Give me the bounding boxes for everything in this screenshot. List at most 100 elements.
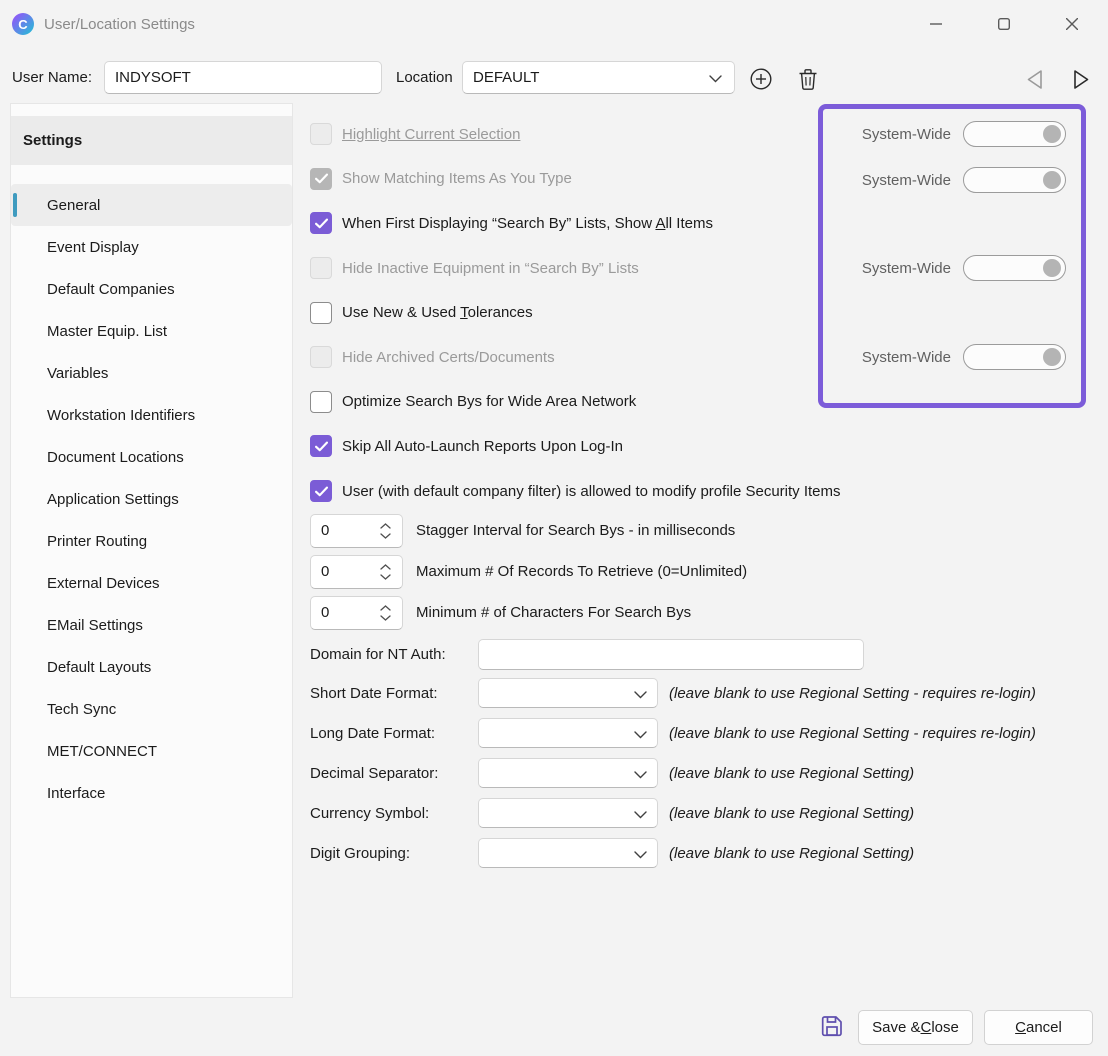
minimize-button[interactable] <box>902 0 970 48</box>
format-combobox[interactable] <box>478 718 658 748</box>
sidebar-item-label: Default Layouts <box>11 659 151 676</box>
add-location-button[interactable] <box>749 67 773 91</box>
spin-up-icon[interactable] <box>380 605 391 611</box>
number-spinner[interactable]: 0 <box>310 596 403 630</box>
sidebar-item-application-settings[interactable]: Application Settings <box>11 478 292 520</box>
format-hint: (leave blank to use Regional Setting - r… <box>669 685 1036 702</box>
save-close-button[interactable]: Save & Close <box>858 1010 973 1045</box>
checkbox[interactable] <box>310 212 332 234</box>
location-combobox[interactable]: DEFAULT <box>462 61 735 94</box>
checkbox[interactable] <box>310 346 332 368</box>
format-row: Decimal Separator: (leave blank to use R… <box>310 753 1036 793</box>
number-spinner[interactable]: 0 <box>310 514 403 548</box>
sidebar-item-default-layouts[interactable]: Default Layouts <box>11 646 292 688</box>
checkbox-row[interactable]: User (with default company filter) is al… <box>310 469 950 514</box>
number-spinner[interactable]: 0 <box>310 555 403 589</box>
previous-record-button[interactable] <box>1022 67 1046 91</box>
sidebar-item-default-companies[interactable]: Default Companies <box>11 268 292 310</box>
domain-row: Domain for NT Auth: <box>310 638 864 671</box>
checkbox[interactable] <box>310 435 332 457</box>
toggle-knob <box>1043 171 1061 189</box>
domain-input[interactable] <box>478 639 864 670</box>
next-record-button[interactable] <box>1070 67 1094 91</box>
sidebar-item-list: General Event Display Default Companies … <box>11 184 292 814</box>
checkbox[interactable] <box>310 257 332 279</box>
sidebar-item-event-display[interactable]: Event Display <box>11 226 292 268</box>
domain-label: Domain for NT Auth: <box>310 646 478 663</box>
settings-sidebar: Settings General Event Display Default C… <box>10 103 293 998</box>
sidebar-item-email-settings[interactable]: EMail Settings <box>11 604 292 646</box>
checkbox-label: Skip All Auto-Launch Reports Upon Log-In <box>342 438 623 455</box>
chevron-down-icon <box>634 851 647 859</box>
cancel-button[interactable]: Cancel <box>984 1010 1093 1045</box>
sidebar-item-variables[interactable]: Variables <box>11 352 292 394</box>
system-wide-toggle[interactable] <box>963 344 1066 370</box>
sidebar-item-label: Application Settings <box>11 491 179 508</box>
close-button[interactable] <box>1038 0 1106 48</box>
system-wide-toggle[interactable] <box>963 255 1066 281</box>
save-button-icon[interactable] <box>819 1013 845 1039</box>
checkbox-label: Optimize Search Bys for Wide Area Networ… <box>342 393 636 410</box>
spinner-arrows <box>374 605 402 621</box>
spin-down-icon[interactable] <box>380 533 391 539</box>
spinner-row: 0 Minimum # of Characters For Search Bys <box>310 592 747 633</box>
format-combobox[interactable] <box>478 838 658 868</box>
maximize-button[interactable] <box>970 0 1038 48</box>
sidebar-item-label: Event Display <box>11 239 139 256</box>
sidebar-item-general[interactable]: General <box>11 184 292 226</box>
next-icon <box>1073 69 1091 90</box>
sidebar-item-printer-routing[interactable]: Printer Routing <box>11 520 292 562</box>
checkbox[interactable] <box>310 302 332 324</box>
spin-up-icon[interactable] <box>380 523 391 529</box>
location-label: Location <box>396 48 453 106</box>
sidebar-item-tech-sync[interactable]: Tech Sync <box>11 688 292 730</box>
format-hint: (leave blank to use Regional Setting) <box>669 845 914 862</box>
system-wide-highlight-annotation: System-Wide System-Wide System-Wide Syst… <box>818 104 1086 408</box>
checkbox-label: When First Displaying “Search By” Lists,… <box>342 215 713 232</box>
sidebar-item-label: Printer Routing <box>11 533 147 550</box>
format-combobox[interactable] <box>478 678 658 708</box>
user-name-input[interactable] <box>104 61 382 94</box>
checkbox-label: Hide Inactive Equipment in “Search By” L… <box>342 260 639 277</box>
app-icon: C <box>12 13 34 35</box>
checkbox[interactable] <box>310 391 332 413</box>
checkbox[interactable] <box>310 123 332 145</box>
user-name-label: User Name: <box>12 48 92 106</box>
format-combobox[interactable] <box>478 798 658 828</box>
maximize-icon <box>998 18 1010 30</box>
spin-down-icon[interactable] <box>380 615 391 621</box>
spinner-arrows <box>374 564 402 580</box>
spinner-row: 0 Maximum # Of Records To Retrieve (0=Un… <box>310 551 747 592</box>
spin-down-icon[interactable] <box>380 574 391 580</box>
titlebar: C User/Location Settings <box>0 0 1108 48</box>
checkbox-label: Show Matching Items As You Type <box>342 170 572 187</box>
sidebar-item-label: Workstation Identifiers <box>11 407 195 424</box>
format-hint: (leave blank to use Regional Setting) <box>669 765 914 782</box>
system-wide-row: System-Wide <box>862 253 1066 283</box>
system-wide-toggle[interactable] <box>963 121 1066 147</box>
sidebar-item-master-equip-list[interactable]: Master Equip. List <box>11 310 292 352</box>
system-wide-row: System-Wide <box>862 342 1066 372</box>
sidebar-item-external-devices[interactable]: External Devices <box>11 562 292 604</box>
sidebar-item-label: EMail Settings <box>11 617 143 634</box>
window-controls <box>902 0 1106 48</box>
toolbar: User Name: Location DEFAULT <box>0 48 1108 106</box>
format-combobox[interactable] <box>478 758 658 788</box>
sidebar-item-workstation-identifiers[interactable]: Workstation Identifiers <box>11 394 292 436</box>
spinner-value: 0 <box>311 522 374 539</box>
checkbox[interactable] <box>310 168 332 190</box>
spinner-arrows <box>374 523 402 539</box>
checkbox[interactable] <box>310 480 332 502</box>
format-label: Long Date Format: <box>310 725 478 742</box>
system-wide-toggle[interactable] <box>963 167 1066 193</box>
sidebar-item-document-locations[interactable]: Document Locations <box>11 436 292 478</box>
spin-up-icon[interactable] <box>380 564 391 570</box>
format-label: Digit Grouping: <box>310 845 478 862</box>
sidebar-item-met-connect[interactable]: MET/CONNECT <box>11 730 292 772</box>
check-icon <box>315 486 328 497</box>
spinner-value: 0 <box>311 604 374 621</box>
checkbox-row[interactable]: Skip All Auto-Launch Reports Upon Log-In <box>310 424 950 469</box>
sidebar-item-interface[interactable]: Interface <box>11 772 292 814</box>
delete-location-button[interactable] <box>796 67 820 91</box>
close-icon <box>1066 18 1078 30</box>
